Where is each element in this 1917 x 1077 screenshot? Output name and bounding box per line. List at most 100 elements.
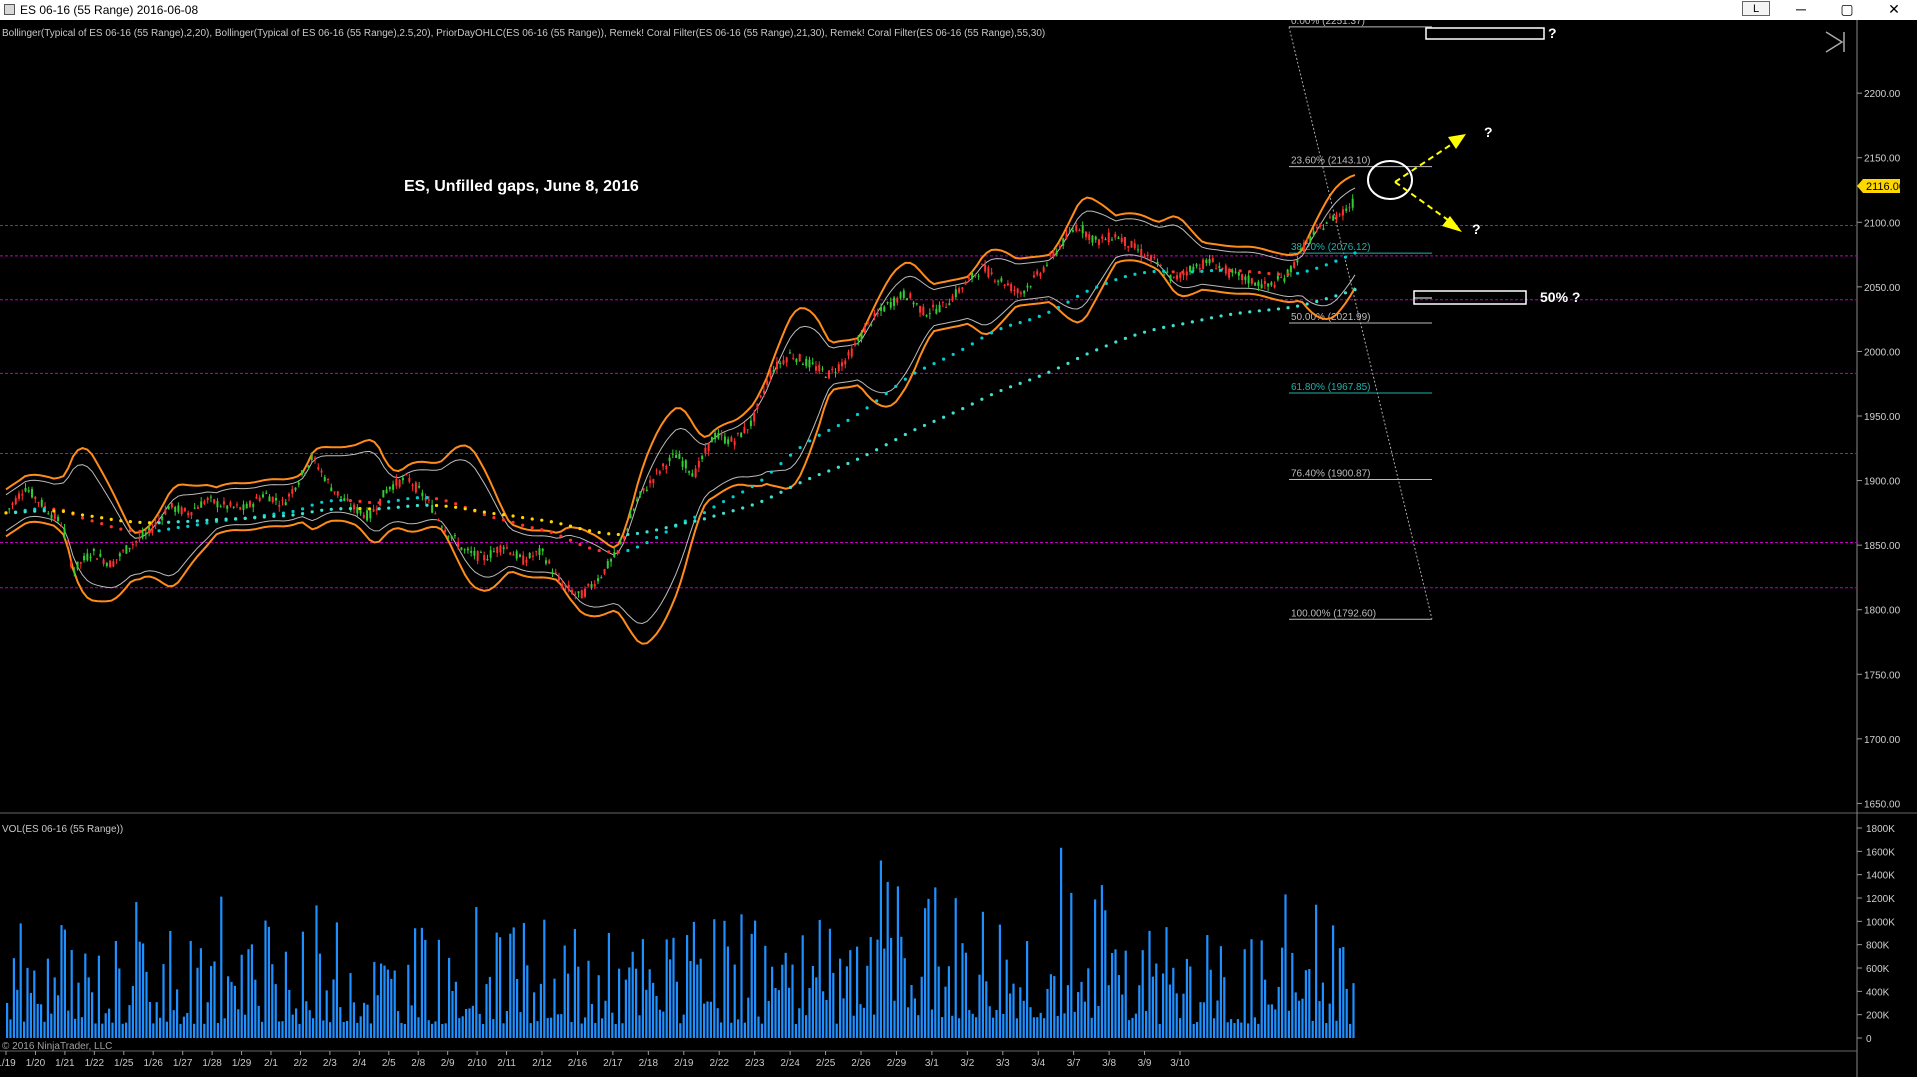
link-button[interactable]: L	[1742, 1, 1770, 16]
volume-bar	[91, 992, 94, 1038]
volume-bar	[271, 964, 274, 1038]
coral-filter-slow	[396, 505, 400, 509]
coral-filter-slow	[425, 503, 429, 507]
volume-bar	[930, 1009, 933, 1038]
candle-body	[880, 306, 883, 311]
candle-body	[1293, 262, 1296, 268]
date-tick-label: 3/4	[1031, 1058, 1045, 1069]
coral-filter-slow	[779, 490, 783, 494]
volume-bar	[920, 976, 923, 1038]
candle-body	[392, 484, 395, 490]
coral-filter-fast	[769, 470, 773, 474]
coral-filter-slow	[1324, 297, 1328, 301]
volume-bar	[992, 1017, 995, 1038]
coral-filter-slow	[511, 514, 515, 518]
candle-body	[1221, 267, 1224, 269]
coral-filter-slow	[549, 520, 553, 524]
candle-body	[512, 554, 515, 556]
coral-filter-fast	[195, 523, 199, 527]
candle-body	[1058, 245, 1061, 249]
volume-bar	[1223, 977, 1226, 1038]
volume-bar	[975, 1017, 978, 1038]
volume-bar	[128, 1005, 131, 1038]
coral-filter-fast	[1028, 318, 1032, 322]
volume-bar	[172, 1010, 175, 1038]
candle-body	[1260, 284, 1263, 289]
close-button[interactable]: ✕	[1871, 0, 1917, 20]
candle-body	[548, 560, 551, 564]
coral-filter-slow	[434, 503, 439, 508]
coral-filter-fast	[425, 496, 429, 500]
candle-body	[112, 561, 115, 567]
candle-body	[889, 301, 892, 308]
candle-body	[1003, 284, 1006, 287]
coral-filter-fast	[1008, 323, 1013, 327]
coral-filter-slow	[329, 507, 333, 511]
candle-body	[1130, 240, 1133, 248]
volume-bar	[1134, 1013, 1137, 1038]
coral-filter-fast	[291, 509, 295, 514]
volume-bar	[1063, 1013, 1066, 1038]
coral-filter-slow	[300, 512, 305, 516]
volume-bar	[1155, 963, 1158, 1038]
candle-body	[613, 552, 616, 558]
volume-bar	[828, 928, 831, 1038]
candle-body	[203, 501, 206, 504]
volume-bar	[587, 960, 590, 1038]
volume-bar	[665, 939, 668, 1038]
candle-body	[1094, 236, 1097, 240]
copyright: © 2016 NinjaTrader, LLC	[2, 1041, 112, 1052]
volume-bar	[57, 995, 60, 1038]
candle-body	[522, 555, 525, 565]
candle-body	[779, 362, 782, 365]
candle-body	[834, 372, 837, 374]
coral-filter-fast	[1114, 278, 1118, 282]
candle-body	[37, 502, 40, 504]
coral-filter-fast	[855, 412, 860, 417]
volume-bar	[454, 981, 457, 1038]
candle-body	[375, 509, 378, 511]
volume-bar	[1060, 847, 1063, 1038]
coral-filter-slow	[1066, 361, 1070, 365]
candle-body	[587, 583, 590, 586]
volume-bar	[165, 1021, 168, 1038]
volume-bar	[1291, 952, 1294, 1038]
coral-filter-fast	[387, 500, 391, 504]
date-tick-label: 2/5	[382, 1058, 396, 1069]
volume-bar	[250, 944, 253, 1038]
volume-bar	[244, 1014, 247, 1038]
volume-bar	[295, 1008, 298, 1038]
fib-level-label: 76.40% (1900.87)	[1291, 468, 1371, 479]
candle-body	[317, 467, 320, 470]
volume-bar	[400, 1022, 403, 1038]
coral-filter-slow	[626, 532, 630, 537]
coral-filter-slow	[846, 461, 850, 466]
price-tick-label: 1800.00	[1864, 606, 1901, 617]
coral-filter-fast	[922, 366, 927, 370]
candle-body	[1244, 276, 1247, 281]
coral-filter-fast	[1343, 255, 1348, 259]
coral-filter-fast	[645, 541, 649, 545]
coral-filter-fast	[1295, 271, 1300, 275]
coral-filter-slow	[827, 469, 831, 473]
coral-filter-slow	[473, 508, 477, 513]
candle-body	[1309, 236, 1312, 242]
volume-bar	[924, 908, 927, 1038]
minimize-button[interactable]: ─	[1778, 0, 1824, 20]
candle-body	[1036, 271, 1039, 275]
date-tick-label: 2/4	[352, 1058, 366, 1069]
candle-body	[1019, 292, 1022, 294]
coral-filter-slow	[262, 515, 266, 519]
price-chart[interactable]: Bollinger(Typical of ES 06-16 (55 Range)…	[0, 20, 1917, 1077]
candle-body	[977, 275, 980, 277]
volume-bar	[1233, 1023, 1236, 1038]
candle-body	[883, 306, 886, 312]
candle-body	[847, 352, 850, 356]
coral-filter-slow	[597, 530, 601, 535]
coral-filter-fast	[205, 521, 209, 525]
volume-bar	[356, 1022, 359, 1038]
candle-body	[795, 358, 798, 363]
candle-body	[821, 368, 824, 370]
maximize-button[interactable]: ▢	[1824, 0, 1870, 20]
volume-bar	[441, 1023, 444, 1038]
